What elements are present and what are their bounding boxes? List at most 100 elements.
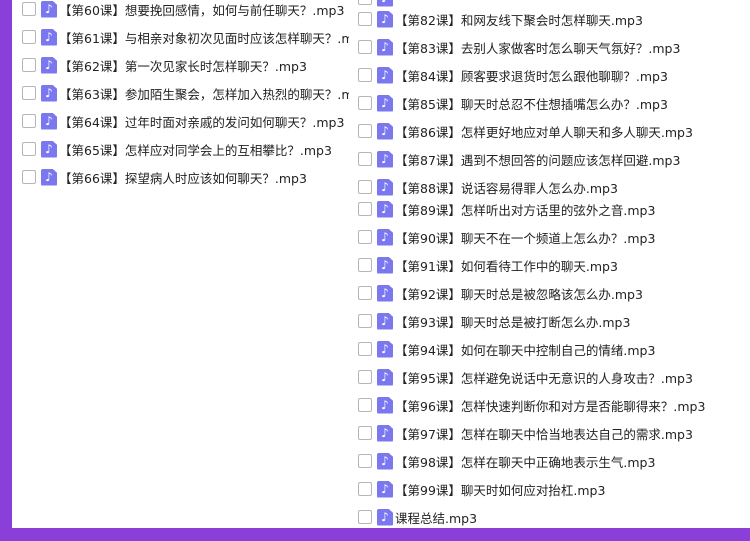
music-note-icon: ♪	[377, 340, 393, 358]
file-row[interactable]: ♪ 【第60课】想要挽回感情，如何与前任聊天？.mp3	[22, 0, 344, 19]
file-row[interactable]: ♪ 【第88课】说话容易得罪人怎么办.mp3	[358, 177, 618, 197]
file-row[interactable]: ♪ 【第65课】怎样应对同学会上的互相攀比？.mp3	[22, 139, 332, 159]
music-note-icon: ♪	[41, 84, 57, 102]
file-name[interactable]: 【第85课】聊天时总忍不住想插嘴怎么办？.mp3	[395, 94, 668, 113]
file-row[interactable]: ♪ 【第82课】和网友线下聚会时怎样聊天.mp3	[358, 9, 643, 29]
file-name[interactable]: 【第63课】参加陌生聚会，怎样加入热烈的聊天？.mp3	[59, 84, 349, 103]
checkbox[interactable]	[22, 2, 36, 16]
music-note-icon: ♪	[41, 0, 57, 18]
file-row[interactable]: ♪ 【第62课】第一次见家长时怎样聊天？.mp3	[22, 55, 307, 75]
file-row[interactable]: ♪ 【第94课】如何在聊天中控制自己的情绪.mp3	[358, 339, 655, 359]
file-name[interactable]: 【第65课】怎样应对同学会上的互相攀比？.mp3	[59, 140, 332, 159]
file-name[interactable]: 【第98课】怎样在聊天中正确地表示生气.mp3	[395, 452, 655, 471]
music-note-icon: ♪	[377, 284, 393, 302]
checkbox[interactable]	[358, 370, 372, 384]
checkbox[interactable]	[358, 96, 372, 110]
file-row[interactable]: ♪ 【第87课】遇到不想回答的问题应该怎样回避.mp3	[358, 149, 680, 169]
checkbox[interactable]	[358, 40, 372, 54]
music-note-icon: ♪	[41, 28, 57, 46]
file-name[interactable]: 【第90课】聊天不在一个频道上怎么办？.mp3	[395, 228, 655, 247]
file-row[interactable]: ♪ 【第66课】探望病人时应该如何聊天？.mp3	[22, 167, 307, 187]
file-name[interactable]: 【第93课】聊天时总是被打断怎么办.mp3	[395, 312, 630, 331]
file-row-partial[interactable]: ♪	[358, 0, 393, 8]
file-name[interactable]: 【第95课】怎样避免说话中无意识的人身攻击？.mp3	[395, 368, 693, 387]
checkbox[interactable]	[358, 0, 372, 5]
file-row[interactable]: ♪ 【第98课】怎样在聊天中正确地表示生气.mp3	[358, 451, 655, 471]
checkbox[interactable]	[22, 30, 36, 44]
checkbox[interactable]	[358, 342, 372, 356]
music-note-icon: ♪	[377, 94, 393, 112]
music-note-icon: ♪	[41, 112, 57, 130]
file-row[interactable]: ♪ 【第86课】怎样更好地应对单人聊天和多人聊天.mp3	[358, 121, 693, 141]
music-note-icon: ♪	[377, 452, 393, 470]
checkbox[interactable]	[358, 124, 372, 138]
file-name[interactable]: 【第86课】怎样更好地应对单人聊天和多人聊天.mp3	[395, 122, 693, 141]
file-row[interactable]: ♪ 【第85课】聊天时总忍不住想插嘴怎么办？.mp3	[358, 93, 668, 113]
file-name[interactable]: 课程总结.mp3	[395, 508, 477, 527]
checkbox[interactable]	[358, 180, 372, 194]
checkbox[interactable]	[358, 510, 372, 524]
file-row[interactable]: ♪ 【第89课】怎样听出对方话里的弦外之音.mp3	[358, 199, 655, 219]
file-name[interactable]: 【第64课】过年时面对亲戚的发问如何聊天？.mp3	[59, 112, 344, 131]
file-name[interactable]: 【第87课】遇到不想回答的问题应该怎样回避.mp3	[395, 150, 680, 169]
checkbox[interactable]	[358, 398, 372, 412]
purple-border-bottom	[0, 528, 750, 541]
file-row[interactable]: ♪ 【第91课】如何看待工作中的聊天.mp3	[358, 255, 618, 275]
file-name[interactable]: 【第84课】顾客要求退货时怎么跟他聊聊？.mp3	[395, 66, 668, 85]
checkbox[interactable]	[358, 426, 372, 440]
file-row[interactable]: ♪ 【第93课】聊天时总是被打断怎么办.mp3	[358, 311, 630, 331]
file-name[interactable]: 【第91课】如何看待工作中的聊天.mp3	[395, 256, 618, 275]
checkbox[interactable]	[358, 314, 372, 328]
music-note-icon: ♪	[377, 200, 393, 218]
checkbox[interactable]	[358, 68, 372, 82]
checkbox[interactable]	[22, 142, 36, 156]
checkbox[interactable]	[358, 286, 372, 300]
music-note-icon: ♪	[377, 150, 393, 168]
music-note-icon: ♪	[377, 424, 393, 442]
checkbox[interactable]	[358, 152, 372, 166]
file-name[interactable]: 【第60课】想要挽回感情，如何与前任聊天？.mp3	[59, 0, 344, 19]
music-note-icon: ♪	[377, 122, 393, 140]
music-note-icon: ♪	[41, 56, 57, 74]
file-name[interactable]: 【第66课】探望病人时应该如何聊天？.mp3	[59, 168, 307, 187]
music-note-icon: ♪	[377, 396, 393, 414]
file-name[interactable]: 【第94课】如何在聊天中控制自己的情绪.mp3	[395, 340, 655, 359]
file-row[interactable]: ♪ 【第99课】聊天时如何应对抬杠.mp3	[358, 479, 605, 499]
purple-border-left	[0, 0, 12, 541]
checkbox[interactable]	[22, 58, 36, 72]
checkbox[interactable]	[358, 12, 372, 26]
file-name[interactable]: 【第92课】聊天时总是被忽略该怎么办.mp3	[395, 284, 643, 303]
music-note-icon: ♪	[377, 228, 393, 246]
file-row[interactable]: ♪ 【第90课】聊天不在一个频道上怎么办？.mp3	[358, 227, 655, 247]
file-row[interactable]: ♪ 【第92课】聊天时总是被忽略该怎么办.mp3	[358, 283, 643, 303]
file-name[interactable]: 【第99课】聊天时如何应对抬杠.mp3	[395, 480, 605, 499]
checkbox[interactable]	[22, 114, 36, 128]
checkbox[interactable]	[358, 230, 372, 244]
file-name[interactable]: 【第96课】怎样快速判断你和对方是否能聊得来？.mp3	[395, 396, 705, 415]
file-row[interactable]: ♪ 【第61课】与相亲对象初次见面时应该怎样聊天？.mp3	[22, 27, 349, 47]
checkbox[interactable]	[358, 258, 372, 272]
checkbox[interactable]	[22, 170, 36, 184]
file-name[interactable]: 【第61课】与相亲对象初次见面时应该怎样聊天？.mp3	[59, 28, 349, 47]
checkbox[interactable]	[358, 482, 372, 496]
file-row[interactable]: ♪ 课程总结.mp3	[358, 507, 477, 527]
file-row[interactable]: ♪ 【第95课】怎样避免说话中无意识的人身攻击？.mp3	[358, 367, 693, 387]
file-row[interactable]: ♪ 【第96课】怎样快速判断你和对方是否能聊得来？.mp3	[358, 395, 705, 415]
file-name[interactable]: 【第62课】第一次见家长时怎样聊天？.mp3	[59, 56, 307, 75]
file-name[interactable]: 【第97课】怎样在聊天中恰当地表达自己的需求.mp3	[395, 424, 693, 443]
file-name[interactable]: 【第89课】怎样听出对方话里的弦外之音.mp3	[395, 200, 655, 219]
file-row[interactable]: ♪ 【第84课】顾客要求退货时怎么跟他聊聊？.mp3	[358, 65, 668, 85]
file-row[interactable]: ♪ 【第64课】过年时面对亲戚的发问如何聊天？.mp3	[22, 111, 344, 131]
file-name[interactable]: 【第88课】说话容易得罪人怎么办.mp3	[395, 178, 618, 197]
music-note-icon: ♪	[377, 312, 393, 330]
checkbox[interactable]	[22, 86, 36, 100]
file-row[interactable]: ♪ 【第97课】怎样在聊天中恰当地表达自己的需求.mp3	[358, 423, 693, 443]
file-name[interactable]: 【第83课】去别人家做客时怎么聊天气氛好？.mp3	[395, 38, 680, 57]
file-row[interactable]: ♪ 【第63课】参加陌生聚会，怎样加入热烈的聊天？.mp3	[22, 83, 349, 103]
file-name[interactable]: 【第82课】和网友线下聚会时怎样聊天.mp3	[395, 10, 643, 29]
music-note-icon: ♪	[377, 66, 393, 84]
music-note-icon: ♪	[377, 178, 393, 196]
checkbox[interactable]	[358, 202, 372, 216]
checkbox[interactable]	[358, 454, 372, 468]
file-row[interactable]: ♪ 【第83课】去别人家做客时怎么聊天气氛好？.mp3	[358, 37, 680, 57]
